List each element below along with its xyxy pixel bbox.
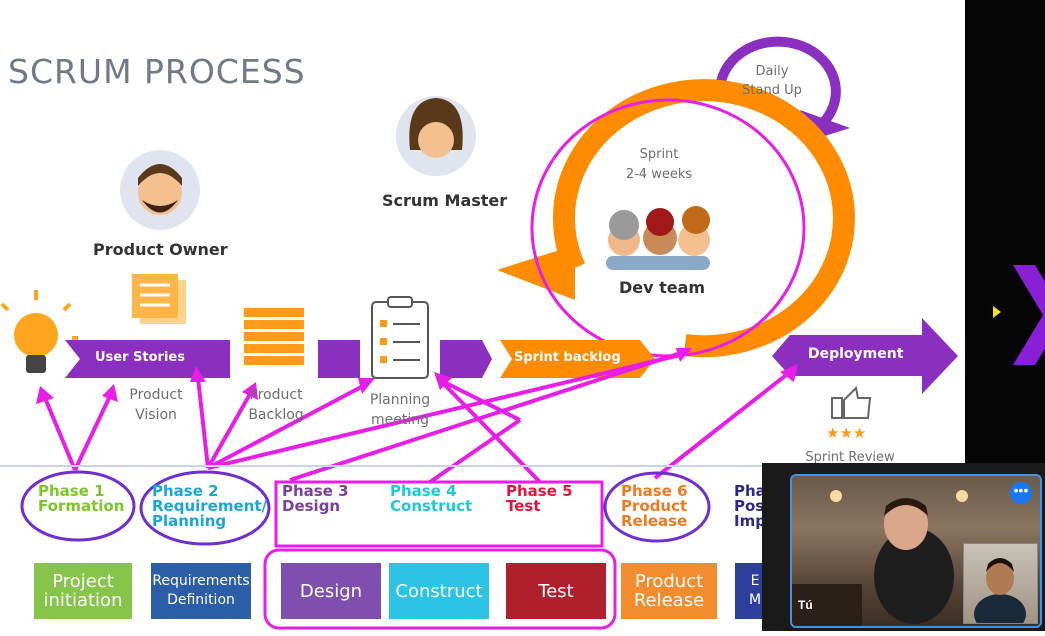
sprint-line-2: 2-4 weeks	[625, 167, 693, 182]
box-3-line-1: Design	[299, 580, 363, 602]
dev-team-avatar	[606, 206, 710, 270]
product-vision-label: Product Vision	[118, 385, 194, 425]
planning-line-1: Planning	[369, 392, 431, 408]
scrum-master-avatar	[396, 96, 476, 176]
product-backlog-line-1: Product	[249, 387, 303, 403]
product-backlog-line-2: Backlog	[248, 407, 304, 423]
daily-standup-label: Daily Stand Up	[740, 62, 804, 100]
lightbulb-icon	[0, 290, 78, 373]
phase-6: Phase 6 Product Release	[621, 484, 688, 529]
box-5-line-1: Test	[538, 580, 574, 602]
box-project-initiation: Project initiation	[34, 563, 132, 619]
box-1-line-1: Project	[52, 571, 114, 592]
box-7-line-2: M	[749, 592, 762, 608]
deployment-label: Deployment	[808, 346, 904, 362]
planning-line-2: meeting	[370, 412, 429, 428]
phase-4: Phase 4 Construct	[390, 484, 472, 514]
daily-line-1: Daily	[755, 64, 789, 79]
phase-3: Phase 3 Design	[282, 484, 349, 514]
product-vision-line-1: Product	[129, 387, 183, 403]
phase-1-line-2: Formation	[38, 497, 125, 515]
box-2-line-1: Requirements	[152, 573, 250, 589]
box-construct: Construct	[389, 563, 489, 619]
box-requirements-definition: Requirements Definition	[151, 563, 251, 619]
rating-stars: ★★★	[826, 425, 867, 442]
self-view-scene	[974, 558, 1026, 623]
page-title: SCRUM PROCESS	[8, 52, 306, 91]
phase-2: Phase 2 Requirement/ Planning	[152, 484, 267, 529]
product-owner-label: Product Owner	[93, 240, 228, 259]
sprint-backlog-label: Sprint backlog	[514, 350, 621, 365]
caller-name: Tú	[798, 598, 813, 612]
thumbs-up-icon	[831, 385, 872, 419]
dev-team-label: Dev team	[619, 278, 706, 297]
daily-line-2: Stand Up	[742, 83, 802, 98]
box-test: Test	[506, 563, 606, 619]
box-7-line-1: E	[750, 573, 760, 589]
flow-block-1	[318, 340, 360, 378]
user-stories-label: User Stories	[95, 350, 185, 365]
planning-meeting-label: Planning meeting	[358, 390, 442, 430]
phase-5: Phase 5 Test	[506, 484, 573, 514]
phase-6-line-3: Release	[621, 512, 688, 530]
self-view-video[interactable]	[963, 543, 1038, 624]
documents-icon	[132, 274, 186, 324]
box-6-line-1: Product	[634, 571, 704, 592]
box-1-line-2: initiation	[43, 590, 123, 611]
sprint-label: Sprint 2-4 weeks	[614, 145, 704, 185]
more-horizontal-icon[interactable]: •••	[1010, 482, 1032, 504]
phase-3-line-2: Design	[282, 497, 341, 515]
box-product-release: Product Release	[621, 563, 717, 619]
sprint-line-1: Sprint	[639, 147, 679, 162]
phase-5-line-2: Test	[506, 497, 541, 515]
backlog-stack-icon	[244, 308, 304, 365]
box-4-line-1: Construct	[395, 580, 483, 602]
clipboard-icon	[371, 296, 429, 379]
phase-2-line-3: Planning	[152, 512, 227, 530]
flow-block-2	[440, 340, 492, 378]
box-6-line-2: Release	[633, 590, 705, 611]
scrum-master-label: Scrum Master	[382, 191, 508, 210]
product-owner-avatar	[120, 150, 200, 230]
box-2-line-2: Definition	[167, 592, 235, 608]
product-backlog-label: Product Backlog	[238, 385, 314, 425]
product-vision-line-2: Vision	[135, 407, 177, 423]
phase-1: Phase 1 Formation	[38, 484, 124, 514]
box-design: Design	[281, 563, 381, 619]
phase-4-line-2: Construct	[390, 497, 473, 515]
